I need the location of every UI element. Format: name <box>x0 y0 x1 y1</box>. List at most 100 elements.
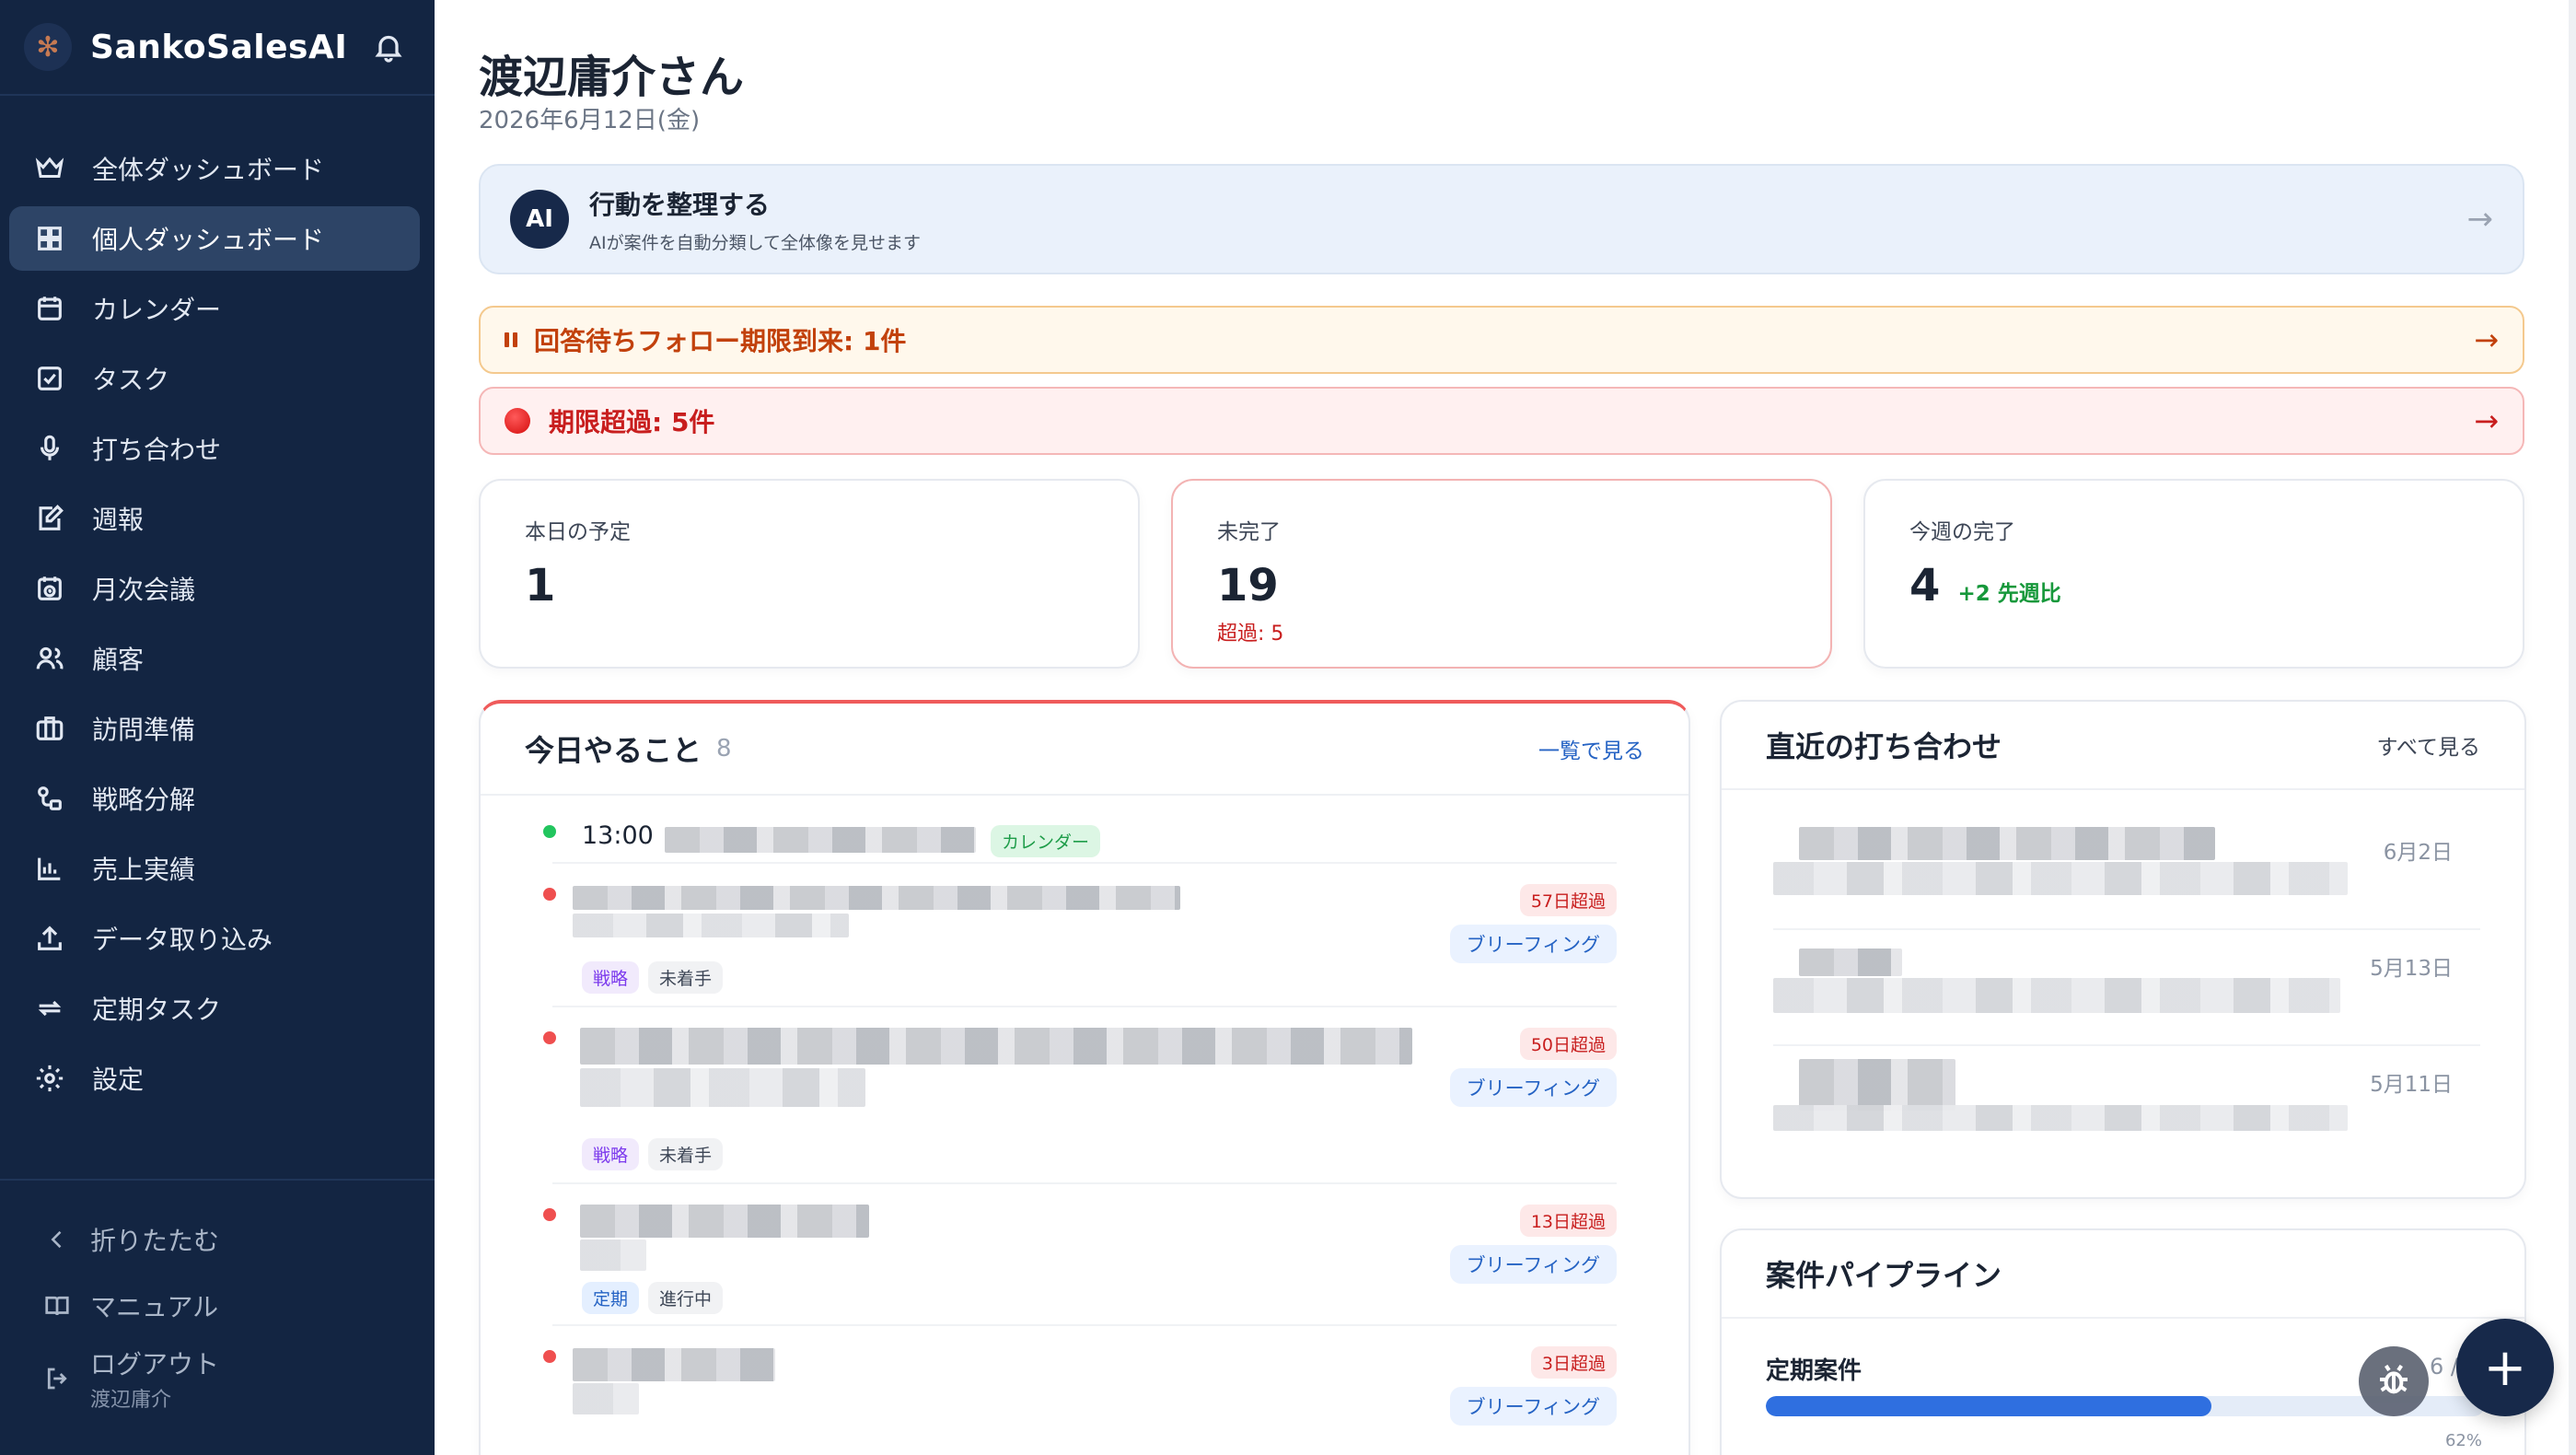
sidebar-item-overall-dashboard[interactable]: 全体ダッシュボード <box>9 136 420 201</box>
bell-icon[interactable] <box>366 25 411 69</box>
stat-today-schedule[interactable]: 本日の予定 1 <box>479 479 1140 669</box>
redacted-text <box>580 1240 646 1271</box>
panel-title: 案件パイプライン <box>1766 1258 2002 1293</box>
sidebar-item-recurring-tasks[interactable]: 定期タスク <box>9 976 420 1041</box>
collapse-button[interactable]: 折りたたむ <box>0 1206 435 1273</box>
sidebar-item-weekly-report[interactable]: 週報 <box>9 486 420 551</box>
grid-icon <box>29 218 70 259</box>
view-all-meetings-link[interactable]: すべて見る <box>2377 729 2480 761</box>
stat-overdue-count: 超過: 5 <box>1217 623 1284 646</box>
waiting-follow-alert[interactable]: 回答待ちフォロー期限到来: 1件 → <box>479 306 2524 374</box>
overdue-badge: 13日超過 <box>1519 1205 1617 1237</box>
red-dot-icon <box>543 1031 556 1044</box>
upload-icon <box>29 918 70 959</box>
ai-card-text: 行動を整理する AIが案件を自動分類して全体像を見せます <box>589 185 921 254</box>
add-button[interactable]: + <box>2456 1319 2554 1416</box>
list-item[interactable]: 3日超過 ブリーフィング <box>543 1326 1617 1455</box>
manual-link[interactable]: マニュアル <box>0 1273 435 1339</box>
meeting-item[interactable]: 5月11日 <box>1773 1046 2480 1162</box>
stat-delta: +2 先週比 <box>1957 582 2061 606</box>
sidebar-item-label: 訪問準備 <box>92 715 196 745</box>
event-time: 13:00 <box>582 821 654 850</box>
list-item[interactable]: 50日超過 ブリーフィング 戦略 未着手 <box>543 1007 1617 1184</box>
panel-title: 直近の打ち合わせ <box>1766 729 2002 764</box>
redacted-text <box>573 886 1180 910</box>
sidebar-item-strategy[interactable]: 戦略分解 <box>9 766 420 831</box>
briefing-button[interactable]: ブリーフィング <box>1449 1245 1617 1284</box>
logout-icon <box>37 1358 77 1399</box>
sidebar-item-label: 顧客 <box>92 645 145 675</box>
sidebar-item-sales[interactable]: 売上実績 <box>9 836 420 901</box>
strategy-tag: 戦略 <box>582 1138 640 1170</box>
pipeline-progress-fill <box>1766 1396 2211 1416</box>
arrow-right-icon: → <box>2466 201 2494 238</box>
stat-incomplete[interactable]: 未完了 19 超過: 5 <box>1171 479 1832 669</box>
logout-label: ログアウト <box>90 1349 220 1379</box>
status-tag: 未着手 <box>648 1138 724 1170</box>
redacted-text <box>1799 949 1902 976</box>
briefing-button[interactable]: ブリーフィング <box>1449 1387 1617 1426</box>
list-item[interactable]: 13:00 カレンダー <box>543 796 1617 864</box>
pipeline-panel: 案件パイプライン 定期案件 6 / 62% <box>1720 1228 2526 1455</box>
sidebar-item-label: 売上実績 <box>92 855 196 885</box>
book-icon <box>37 1286 77 1326</box>
ai-card-title: 行動を整理する <box>589 189 771 220</box>
redacted-text <box>1773 978 2340 1013</box>
meeting-item[interactable]: 5月13日 <box>1773 930 2480 1046</box>
flow-icon <box>29 778 70 819</box>
list-item[interactable]: 57日超過 ブリーフィング 戦略 未着手 <box>543 864 1617 1007</box>
sidebar-item-visit-prep[interactable]: 訪問準備 <box>9 696 420 761</box>
sidebar-item-calendar[interactable]: カレンダー <box>9 276 420 341</box>
sidebar-item-tasks[interactable]: タスク <box>9 346 420 411</box>
sidebar-item-customers[interactable]: 顧客 <box>9 626 420 691</box>
check-square-icon <box>29 358 70 399</box>
sidebar-item-meetings[interactable]: 打ち合わせ <box>9 416 420 481</box>
stat-value: 1 <box>525 560 556 611</box>
sidebar-item-label: データ取り込み <box>92 925 273 955</box>
redacted-text <box>665 827 976 853</box>
briefing-button[interactable]: ブリーフィング <box>1449 925 1617 963</box>
scrollbar[interactable] <box>2569 0 2576 1455</box>
bug-report-button[interactable] <box>2359 1346 2429 1416</box>
sidebar-item-monthly-meeting[interactable]: 月次会議 <box>9 556 420 621</box>
sidebar-item-label: タスク <box>92 365 170 395</box>
list-item[interactable]: 13日超過 ブリーフィング 定期 進行中 <box>543 1184 1617 1326</box>
panel-header: 直近の打ち合わせ すべて見る <box>1722 702 2524 790</box>
users-icon <box>29 638 70 679</box>
sidebar-item-data-import[interactable]: データ取り込み <box>9 906 420 971</box>
red-dot-icon <box>543 1350 556 1363</box>
red-dot-icon <box>543 888 556 901</box>
sidebar-item-settings[interactable]: 設定 <box>9 1046 420 1111</box>
sidebar-item-label: 週報 <box>92 505 145 535</box>
ai-badge: AI <box>510 190 569 249</box>
mic-icon <box>29 428 70 469</box>
crown-icon <box>29 148 70 189</box>
briefing-button[interactable]: ブリーフィング <box>1449 1068 1617 1107</box>
ai-organize-card[interactable]: AI 行動を整理する AIが案件を自動分類して全体像を見せます → <box>479 164 2524 274</box>
calendar-tag: カレンダー <box>991 825 1101 857</box>
overdue-alert[interactable]: 期限超過: 5件 → <box>479 387 2524 455</box>
redacted-text <box>1773 862 2348 895</box>
sidebar: ✻ SankoSalesAI 全体ダッシュボード 個人ダッシュボード カレンダー… <box>0 0 435 1455</box>
view-all-tasks-link[interactable]: 一覧で見る <box>1538 733 1644 764</box>
meeting-item[interactable]: 6月2日 <box>1773 814 2480 930</box>
sidebar-footer: 折りたたむ マニュアル ログアウト 渡辺庸介 <box>0 1179 435 1455</box>
pipeline-percent: 62% <box>2444 1431 2482 1450</box>
sidebar-item-label: カレンダー <box>92 295 222 325</box>
meeting-date: 6月2日 <box>2383 841 2453 865</box>
logout-button[interactable]: ログアウト 渡辺庸介 <box>0 1339 435 1418</box>
sidebar-item-personal-dashboard[interactable]: 個人ダッシュボード <box>9 206 420 271</box>
redacted-text <box>580 1028 1412 1065</box>
brand-logo-icon[interactable]: ✻ <box>24 23 72 71</box>
logout-text: ログアウト 渡辺庸介 <box>90 1344 219 1413</box>
ai-card-subtitle: AIが案件を自動分類して全体像を見せます <box>589 232 922 253</box>
redacted-text <box>573 1383 639 1414</box>
stat-week-completed[interactable]: 今週の完了 4 +2 先週比 <box>1863 479 2524 669</box>
redacted-text <box>580 1205 869 1238</box>
stat-label: 今週の完了 <box>1909 520 2015 544</box>
pipeline-count: 6 / <box>2430 1354 2458 1379</box>
briefcase-icon <box>29 708 70 749</box>
brand-name: SankoSalesAI <box>90 28 348 66</box>
arrow-right-icon: → <box>2474 403 2499 438</box>
gear-icon <box>29 1058 70 1099</box>
